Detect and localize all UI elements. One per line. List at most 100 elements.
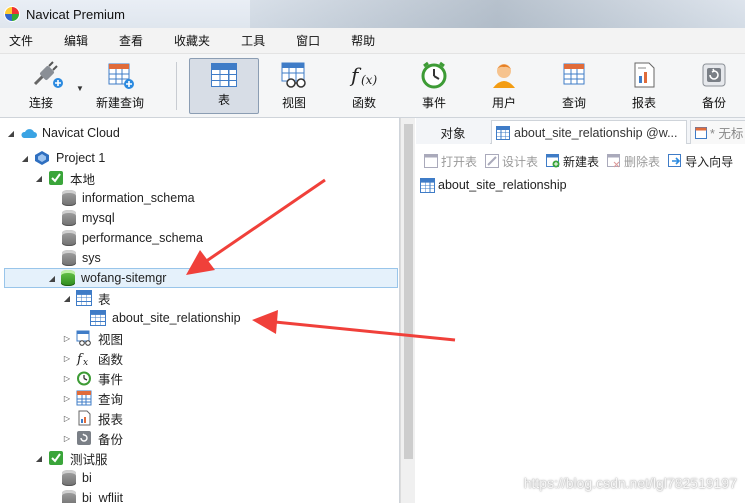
scrollbar-thumb[interactable] (404, 124, 413, 459)
tree-item-database[interactable]: bi_wfliit (0, 488, 398, 503)
sidebar-scrollbar[interactable] (400, 118, 415, 503)
user-button[interactable]: 用户 (474, 58, 534, 114)
tree-label: 测试服 (70, 452, 108, 467)
tab-label: about_site_relationship @w... (514, 125, 678, 140)
tree-item-database[interactable]: information_schema (0, 188, 398, 208)
new-query-icon (105, 60, 135, 90)
tree-item-database[interactable]: bi (0, 468, 398, 488)
database-icon (62, 230, 76, 246)
tree-item-reports-folder[interactable]: ▷ 报表 (0, 408, 398, 428)
tab-objects[interactable]: 对象 (416, 120, 490, 144)
tree-item-tables-folder[interactable]: ◢ 表 (0, 288, 398, 308)
expander-icon[interactable]: ◢ (34, 454, 44, 463)
query-label: 查询 (561, 96, 586, 110)
tree-label: 报表 (98, 412, 124, 427)
table-icon (420, 177, 435, 193)
tree-item-views-folder[interactable]: ▷ 视图 (0, 328, 398, 348)
user-icon (489, 60, 519, 90)
tree-label: wofang-sitemgr (81, 271, 167, 285)
tree-label: bi (82, 471, 92, 485)
tree-item-table[interactable]: about_site_relationship (0, 308, 398, 328)
menu-favorites[interactable]: 收藏夹 (165, 32, 222, 49)
expander-icon[interactable]: ◢ (47, 274, 57, 283)
expander-icon[interactable]: ◢ (34, 174, 44, 183)
menu-tools[interactable]: 工具 (232, 32, 277, 49)
design-table-icon (485, 154, 500, 168)
function-button[interactable]: f (x) 函数 (334, 58, 394, 114)
menu-help[interactable]: 帮助 (342, 32, 387, 49)
design-table-button[interactable]: 设计表 (485, 153, 538, 170)
delete-table-button[interactable]: 删除表 (607, 153, 660, 170)
expander-icon[interactable]: ▷ (62, 414, 72, 423)
new-query-button[interactable]: 新建查询 (90, 58, 150, 114)
delete-table-label: 删除表 (624, 154, 661, 169)
tree-label: sys (82, 251, 101, 265)
expander-icon[interactable]: ◢ (62, 294, 72, 303)
expander-icon[interactable]: ▷ (62, 394, 72, 403)
expander-icon[interactable]: ▷ (62, 374, 72, 383)
event-label: 事件 (421, 96, 446, 110)
tree-item-project[interactable]: ◢ Project 1 (0, 148, 398, 168)
tab-untitled-query[interactable]: * 无标 (690, 120, 745, 144)
tree-item-database-selected[interactable]: ◢ wofang-sitemgr (4, 268, 398, 288)
backup-button[interactable]: 备份 (684, 58, 744, 114)
new-table-icon (546, 154, 560, 168)
event-button[interactable]: 事件 (404, 58, 464, 114)
menu-view[interactable]: 查看 (110, 32, 155, 49)
menu-edit[interactable]: 编辑 (55, 32, 100, 49)
tree-item-database[interactable]: sys (0, 248, 398, 268)
tab-table-design[interactable]: about_site_relationship @w... (491, 120, 687, 144)
table-label: 表 (217, 93, 230, 107)
backup-icon (76, 430, 92, 446)
menu-file[interactable]: 文件 (0, 32, 45, 49)
expander-icon[interactable]: ▷ (62, 354, 72, 363)
tab-bar: 对象 about_site_relationship @w... * 无标 (416, 118, 745, 144)
project-icon (34, 150, 50, 166)
database-icon (61, 270, 75, 286)
database-icon (62, 250, 76, 266)
connect-button[interactable]: 连接 (14, 58, 78, 114)
menu-window[interactable]: 窗口 (287, 32, 332, 49)
connect-dropdown-icon[interactable]: ▼ (76, 84, 84, 93)
expander-icon[interactable]: ◢ (6, 129, 16, 138)
import-wizard-label: 导入向导 (685, 154, 734, 169)
expander-icon[interactable]: ▷ (62, 334, 72, 343)
view-button[interactable]: 视图 (264, 58, 324, 114)
function-icon: f (x) (349, 60, 379, 90)
view-icon (279, 60, 309, 90)
report-button[interactable]: 报表 (614, 58, 674, 114)
tree-label: 查询 (98, 392, 124, 407)
import-wizard-button[interactable]: 导入向导 (668, 153, 733, 170)
design-table-label: 设计表 (502, 154, 539, 169)
view-icon (76, 330, 92, 346)
tree-label: mysql (82, 211, 115, 225)
new-table-button[interactable]: 新建表 (546, 153, 599, 170)
function-label: 函数 (351, 96, 376, 110)
function-icon: fx (76, 350, 92, 368)
tree-item-backups-folder[interactable]: ▷ 备份 (0, 428, 398, 448)
connect-label: 连接 (28, 96, 53, 110)
tree-item-local-connection[interactable]: ◢ 本地 (0, 168, 398, 188)
object-list-item[interactable]: about_site_relationship (420, 176, 567, 194)
tree-label: Navicat Cloud (42, 126, 120, 140)
tree-item-test-connection[interactable]: ◢ 测试服 (0, 448, 398, 468)
open-table-label: 打开表 (441, 154, 478, 169)
tree-item-database[interactable]: performance_schema (0, 228, 398, 248)
table-button[interactable]: 表 (189, 58, 259, 114)
tree-item-navicat-cloud[interactable]: ◢ Navicat Cloud (0, 123, 398, 143)
expander-icon[interactable]: ▷ (62, 434, 72, 443)
expander-icon[interactable]: ◢ (20, 154, 30, 163)
tree-item-queries-folder[interactable]: ▷ 查询 (0, 388, 398, 408)
tree-item-functions-folder[interactable]: ▷ fx 函数 (0, 348, 398, 368)
table-icon (90, 310, 106, 326)
svg-text:x: x (83, 358, 88, 366)
tree-item-database[interactable]: mysql (0, 208, 398, 228)
tree-label: performance_schema (82, 231, 203, 245)
new-table-label: 新建表 (563, 154, 600, 169)
report-label: 报表 (631, 96, 656, 110)
open-table-button[interactable]: 打开表 (424, 153, 477, 170)
connection-icon (48, 170, 64, 186)
query-icon (76, 390, 92, 406)
query-button[interactable]: 查询 (544, 58, 604, 114)
tree-item-events-folder[interactable]: ▷ 事件 (0, 368, 398, 388)
